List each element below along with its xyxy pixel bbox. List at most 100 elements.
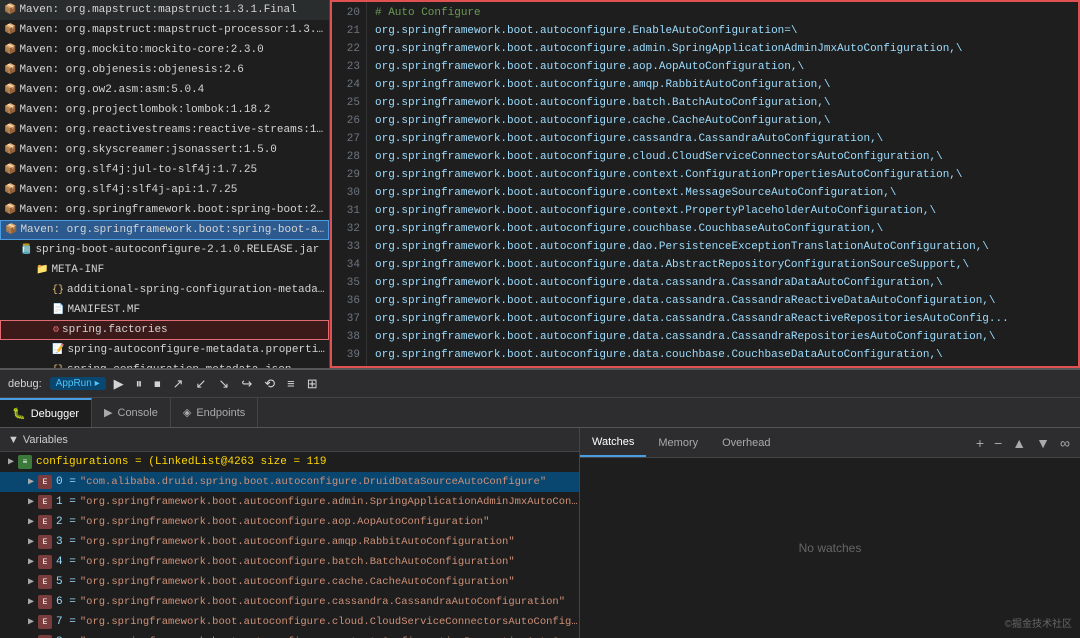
code-line: org.springframework.boot.autoconfigure.d… xyxy=(375,274,1070,292)
tree-item[interactable]: 📝spring-autoconfigure-metadata.propertie… xyxy=(0,340,329,360)
var-index: 3 = xyxy=(56,536,76,548)
tree-item[interactable]: 📦Maven: org.skyscreamer:jsonassert:1.5.0 xyxy=(0,140,329,160)
var-icon: E xyxy=(38,475,52,489)
maven-icon: 📦 xyxy=(4,144,16,156)
var-item[interactable]: ▶E8 ="org.springframework.boot.autoconfi… xyxy=(0,632,579,638)
maven-icon: 📦 xyxy=(4,184,16,196)
var-item[interactable]: ▶E6 ="org.springframework.boot.autoconfi… xyxy=(0,592,579,612)
evaluate-btn[interactable]: ⟲ xyxy=(260,374,279,394)
var-arrow: ▶ xyxy=(28,576,34,588)
maven-icon: 📦 xyxy=(4,204,16,216)
var-value: "org.springframework.boot.autoconfigure.… xyxy=(80,596,565,608)
var-arrow: ▶ xyxy=(28,616,34,628)
var-value: "org.springframework.boot.autoconfigure.… xyxy=(80,576,515,588)
tree-item[interactable]: 📦Maven: org.springframework.boot:spring-… xyxy=(0,220,329,240)
tab-console[interactable]: ▶ Console xyxy=(92,398,171,427)
tree-item[interactable]: 📦Maven: org.projectlombok:lombok:1.18.2 xyxy=(0,100,329,120)
tree-item[interactable]: {}additional-spring-configuration-metada… xyxy=(0,280,329,300)
file-icon: 📝 xyxy=(52,344,64,356)
console-icon: ▶ xyxy=(104,406,112,419)
tree-label: Maven: org.mapstruct:mapstruct:1.3.1.Fin… xyxy=(19,4,296,16)
tree-item[interactable]: 📄MANIFEST.MF xyxy=(0,300,329,320)
maven-icon: 📦 xyxy=(4,104,16,116)
tree-item[interactable]: 📁META-INF xyxy=(0,260,329,280)
add-watch-btn[interactable]: + xyxy=(974,433,986,453)
maven-icon: 📦 xyxy=(4,84,16,96)
tree-label: Maven: org.mockito:mockito-core:2.3.0 xyxy=(19,44,263,56)
run-badge[interactable]: AppRun ▸ xyxy=(50,377,106,390)
tree-item[interactable]: 📦Maven: org.slf4j:slf4j-api:1.7.25 xyxy=(0,180,329,200)
settings-btn[interactable]: ≡ xyxy=(283,374,299,393)
file-tree: 📦 Maven: org.mapstruct:mapstruct:1.3.1.Fi… xyxy=(0,0,330,368)
tree-label: Maven: org.objenesis:objenesis:2.6 xyxy=(19,64,243,76)
tab-watches[interactable]: Watches xyxy=(580,428,646,457)
tree-item[interactable]: 📦Maven: org.objenesis:objenesis:2.6 xyxy=(0,60,329,80)
tab-endpoints[interactable]: ◈ Endpoints xyxy=(171,398,258,427)
var-item[interactable]: ▶ E 5 = "org.springframework.boot.autoconfi… xyxy=(0,572,579,592)
debugger-icon: 🐛 xyxy=(12,407,26,420)
resume-btn[interactable]: ▶ xyxy=(110,374,128,394)
var-item[interactable]: ▶E0 ="com.alibaba.druid.spring.boot.auto… xyxy=(0,472,579,492)
code-line: org.springframework.boot.autoconfigure.c… xyxy=(375,220,1070,238)
tree-item[interactable]: 🫙spring-boot-autoconfigure-2.1.0.RELEASE… xyxy=(0,240,329,260)
var-value: "org.springframework.boot.autoconfigure.… xyxy=(80,516,490,528)
code-line: org.springframework.boot.autoconfigure.a… xyxy=(375,76,1070,94)
step-over-btn[interactable]: ↗ xyxy=(169,374,188,394)
step-into-btn[interactable]: ↙ xyxy=(192,374,211,394)
tree-item[interactable]: 📦Maven: org.slf4j:jul-to-slf4j:1.7.25 xyxy=(0,160,329,180)
pause-btn[interactable]: ⏸ xyxy=(132,374,147,394)
var-value: "org.springframework.boot.autoconfigure.… xyxy=(80,556,515,568)
tree-item[interactable]: 📦Maven: org.mapstruct:mapstruct:1.3.1.Fi… xyxy=(0,0,329,20)
var-icon: E xyxy=(38,575,52,589)
var-item[interactable]: ▶E3 ="org.springframework.boot.autoconfi… xyxy=(0,532,579,552)
var-index: 1 = xyxy=(56,496,76,508)
variables-label: Variables xyxy=(23,434,68,446)
code-line: org.springframework.boot.autoconfigure.c… xyxy=(375,184,1070,202)
tab-overhead[interactable]: Overhead xyxy=(710,428,782,457)
code-line: org.springframework.boot.autoconfigure.d… xyxy=(375,328,1070,346)
var-icon: E xyxy=(38,595,52,609)
var-item[interactable]: ▶E4 ="org.springframework.boot.autoconfi… xyxy=(0,552,579,572)
var-value: "org.springframework.boot.autoconfigure.… xyxy=(80,496,579,508)
tree-item[interactable]: {}spring-configuration-metadata.json xyxy=(0,360,329,368)
tree-item[interactable]: 📦Maven: org.reactivestreams:reactive-str… xyxy=(0,120,329,140)
var-item[interactable]: ▶E1 ="org.springframework.boot.autoconfi… xyxy=(0,492,579,512)
var-index: 5 = xyxy=(56,576,76,588)
step-out-btn[interactable]: ↘ xyxy=(214,374,233,394)
maven-icon: 📦 xyxy=(4,44,16,56)
configs-item[interactable]: ▶ ≡ configurations = (LinkedList@4263 si… xyxy=(0,452,579,472)
code-line: org.springframework.boot.autoconfigure.E… xyxy=(375,22,1070,40)
code-line: org.springframework.boot.autoconfigure.c… xyxy=(375,130,1070,148)
var-item[interactable]: ▶E7 ="org.springframework.boot.autoconfi… xyxy=(0,612,579,632)
tab-memory[interactable]: Memory xyxy=(646,428,710,457)
var-arrow: ▶ xyxy=(28,476,34,488)
var-icon: E xyxy=(38,555,52,569)
var-item[interactable]: ▶E2 ="org.springframework.boot.autoconfi… xyxy=(0,512,579,532)
tree-item[interactable]: 📦Maven: org.ow2.asm:asm:5.0.4 xyxy=(0,80,329,100)
tab-debugger[interactable]: 🐛 Debugger xyxy=(0,398,92,427)
stop-btn[interactable]: ⏹ xyxy=(150,374,165,394)
endpoints-icon: ◈ xyxy=(183,406,191,419)
code-line: org.springframework.boot.autoconfigure.a… xyxy=(375,58,1070,76)
var-icon: E xyxy=(38,515,52,529)
remove-watch-btn[interactable]: − xyxy=(992,433,1004,453)
infinity-btn[interactable]: ∞ xyxy=(1058,433,1072,453)
var-icon: E xyxy=(38,535,52,549)
tree-item[interactable]: 📦Maven: org.mockito:mockito-core:2.3.0 xyxy=(0,40,329,60)
code-content: # Auto Configureorg.springframework.boot… xyxy=(367,2,1078,366)
maven-icon: 📦 xyxy=(4,164,16,176)
debug-content: ▼ Variables ▶ ≡ configurations = (Linked… xyxy=(0,428,1080,638)
run-cursor-btn[interactable]: ↪ xyxy=(237,374,256,394)
move-down-btn[interactable]: ▼ xyxy=(1034,433,1052,453)
tree-item[interactable]: 📦Maven: org.springframework.boot:spring-… xyxy=(0,200,329,220)
move-up-btn[interactable]: ▲ xyxy=(1010,433,1028,453)
json-icon: {} xyxy=(52,285,64,296)
tree-item[interactable]: ⚙spring.factories xyxy=(0,320,329,340)
json-icon: {} xyxy=(52,365,64,369)
line-numbers: 2021222324252627282930313233343536373839… xyxy=(332,2,367,366)
tree-label: Maven: org.mapstruct:mapstruct-processor… xyxy=(19,24,329,36)
code-line: org.springframework.boot.autoconfigure.d… xyxy=(375,310,1070,328)
layout-btn[interactable]: ⊞ xyxy=(303,374,322,394)
tree-item[interactable]: 📦Maven: org.mapstruct:mapstruct-processo… xyxy=(0,20,329,40)
var-icon: E xyxy=(38,495,52,509)
